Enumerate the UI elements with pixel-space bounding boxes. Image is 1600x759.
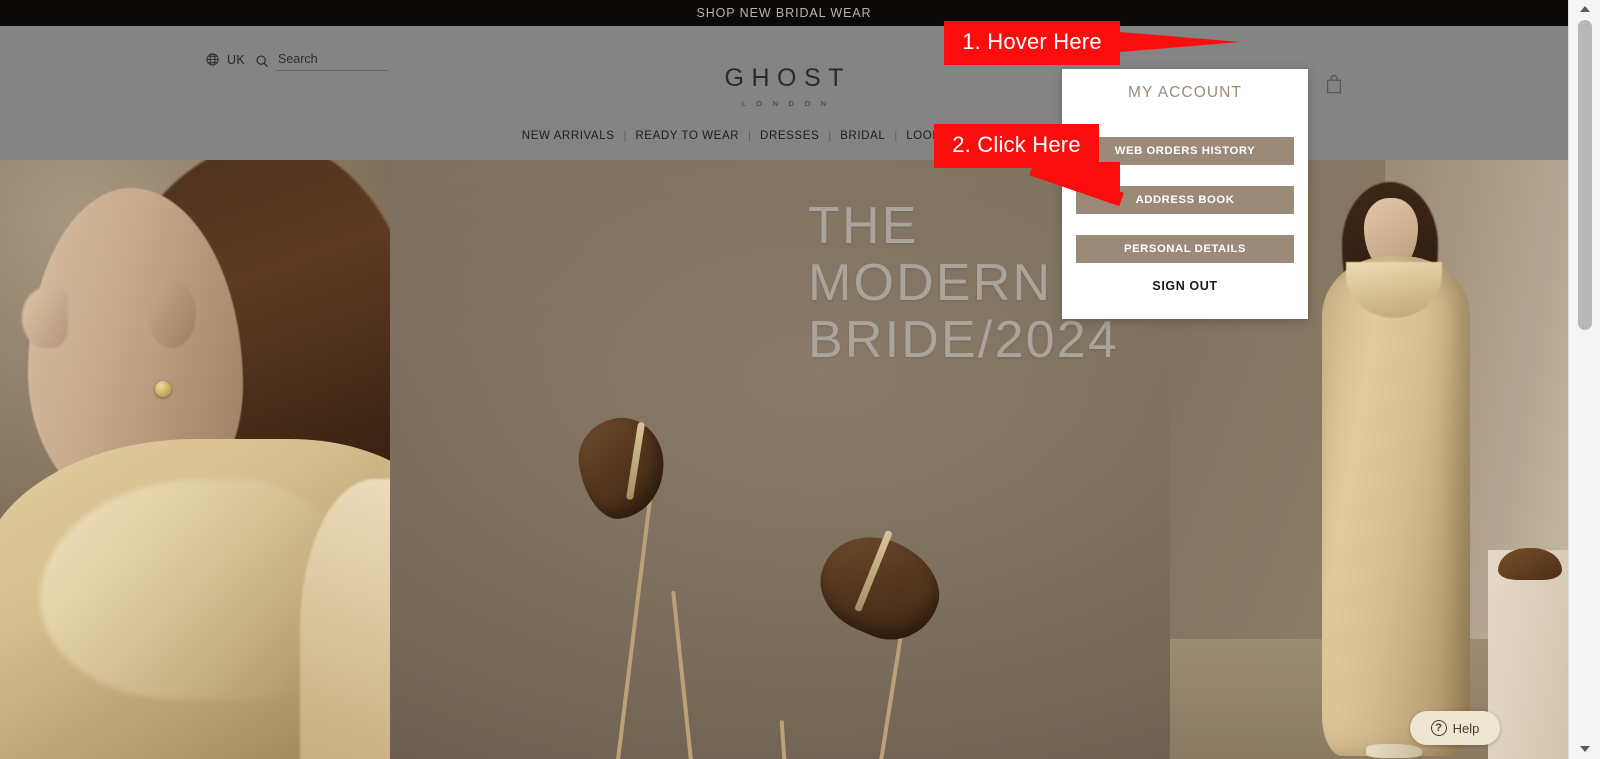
main-nav: NEW ARRIVALS | READY TO WEAR | DRESSES |…: [0, 129, 1568, 142]
help-label: Help: [1452, 720, 1480, 736]
my-account-title: MY ACCOUNT: [1127, 84, 1243, 101]
annotation-hover-here: 1. Hover Here: [944, 21, 1240, 65]
page-viewport: SHOP NEW BRIDAL WEAR UK Search GHOST L O…: [0, 0, 1568, 759]
region-label: UK: [227, 52, 246, 67]
hero-image-left: [0, 160, 390, 759]
brand-subtitle: L O N D O N: [741, 99, 831, 108]
site-header: UK GHOST L O N D O N NEW ARRIVALS | READ: [0, 26, 1568, 160]
annotation-click-here: 2. Click Here: [934, 124, 1124, 207]
annotation-hover-here-label: 1. Hover Here: [944, 21, 1120, 65]
search-input[interactable]: [276, 52, 388, 71]
sign-out-button[interactable]: SIGN OUT: [1062, 279, 1308, 293]
annotation-arrow-1: [1120, 32, 1240, 52]
brand-name: GHOST: [724, 64, 851, 92]
globe-icon: [205, 52, 220, 67]
region-selector[interactable]: UK: [205, 52, 245, 67]
hero-banner: THE MODERN BRIDE/2024: [0, 160, 1568, 759]
hero-image-center: THE MODERN BRIDE/2024: [390, 160, 1170, 759]
nav-item-new-arrivals[interactable]: NEW ARRIVALS: [513, 129, 624, 142]
scroll-down-arrow-icon[interactable]: [1579, 746, 1590, 752]
announcement-bar[interactable]: SHOP NEW BRIDAL WEAR: [0, 0, 1568, 26]
help-widget[interactable]: ? Help: [1410, 711, 1500, 745]
scrollbar-thumb[interactable]: [1578, 20, 1592, 330]
search-box[interactable]: [255, 52, 388, 71]
personal-details-button[interactable]: PERSONAL DETAILS: [1076, 235, 1294, 263]
nav-item-ready-to-wear[interactable]: READY TO WEAR: [626, 129, 748, 142]
web-orders-history-button[interactable]: WEB ORDERS HISTORY: [1076, 137, 1294, 165]
nav-item-dresses[interactable]: DRESSES: [751, 129, 828, 142]
browser-page: SHOP NEW BRIDAL WEAR UK Search GHOST L O…: [0, 0, 1600, 759]
shopping-bag-icon[interactable]: [1325, 74, 1343, 94]
scroll-up-arrow-icon[interactable]: [1579, 6, 1590, 12]
question-circle-icon: ?: [1430, 720, 1447, 736]
announcement-text: SHOP NEW BRIDAL WEAR: [696, 6, 872, 20]
browser-scrollbar[interactable]: [1568, 0, 1600, 759]
search-icon: [255, 54, 269, 68]
nav-item-bridal[interactable]: BRIDAL: [831, 129, 894, 142]
